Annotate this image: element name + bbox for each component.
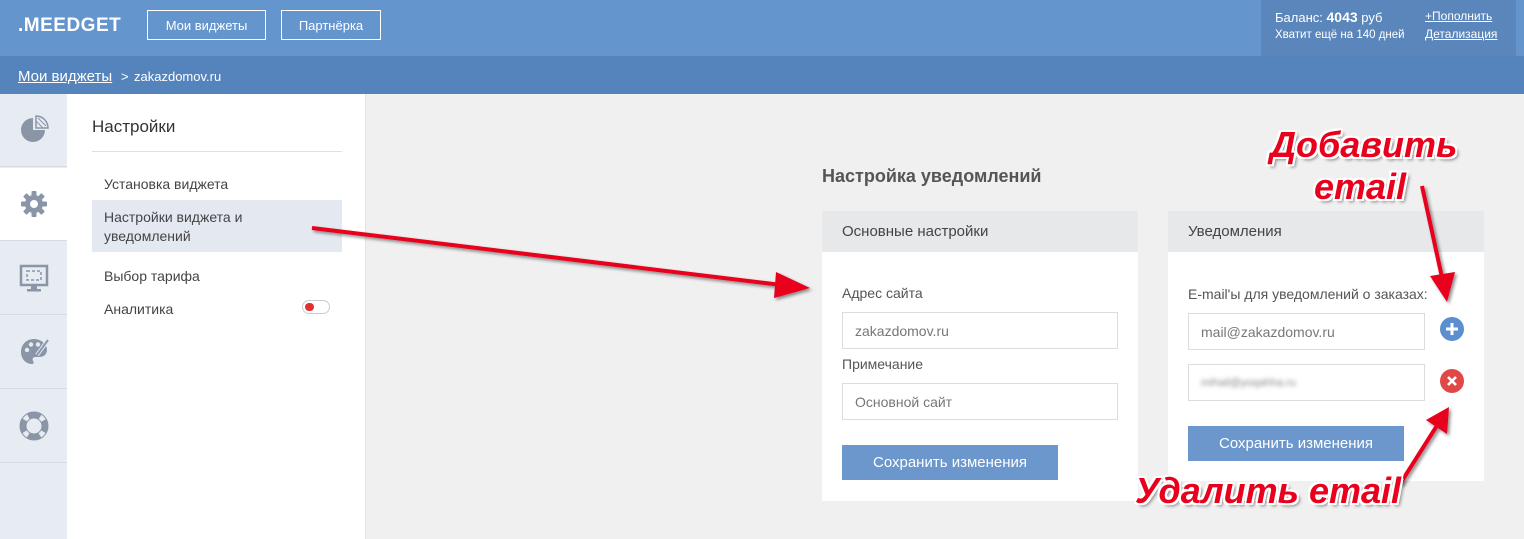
toggle-knob (305, 303, 314, 311)
partner-button[interactable]: Партнёрка (281, 10, 381, 40)
menu-item-widget-notifications[interactable]: Настройки виджета и уведомлений (104, 208, 279, 246)
analytics-toggle[interactable] (302, 300, 330, 314)
menu-item-tariff[interactable]: Выбор тарифа (104, 268, 200, 284)
settings-panel: Настройки Установка виджета Настройки ви… (67, 94, 366, 539)
icon-rail (0, 94, 67, 539)
annotation-add-line2: email (1314, 166, 1407, 207)
site-input[interactable]: zakazdomov.ru (842, 312, 1118, 349)
save-basic-button[interactable]: Сохранить изменения (842, 445, 1058, 480)
note-label: Примечание (842, 356, 924, 372)
rail-item-design[interactable] (0, 316, 67, 389)
breadcrumb-current: zakazdomov.ru (134, 69, 222, 84)
email-value-blurred: mihail@yoqahha.ru (1201, 376, 1296, 389)
delete-email-button[interactable] (1440, 369, 1464, 393)
balance-days: Хватит ещё на 140 дней (1275, 29, 1405, 41)
details-link[interactable]: Детализация (1425, 27, 1497, 41)
settings-title: Настройки (92, 117, 176, 136)
note-input[interactable]: Основной сайт (842, 383, 1118, 420)
add-email-button[interactable] (1440, 317, 1464, 341)
notifications-header: Уведомления (1168, 211, 1484, 252)
rail-item-stats[interactable] (0, 94, 67, 167)
gear-icon (20, 191, 47, 217)
palette-icon (20, 338, 50, 364)
emails-label: E-mail'ы для уведомлений о заказах: (1188, 286, 1428, 302)
rail-item-settings[interactable] (0, 168, 67, 241)
basic-settings-header: Основные настройки (822, 211, 1138, 252)
annotation-add-line1: Добавить (1270, 124, 1458, 165)
my-widgets-button[interactable]: Мои виджеты (147, 10, 266, 40)
menu-item-analytics[interactable]: Аналитика (104, 301, 173, 317)
email-input-2[interactable]: mihail@yoqahha.ru (1188, 364, 1425, 401)
notifications-card: Уведомления E-mail'ы для уведомлений о з… (1168, 211, 1484, 481)
screen-icon (19, 264, 48, 292)
balance-box: Баланс: 4043 руб Хватит ещё на 140 дней … (1261, 0, 1516, 56)
top-bar: .MEEDGET Мои виджеты Партнёрка Баланс: 4… (0, 0, 1524, 56)
pie-chart-icon (20, 115, 49, 142)
breadcrumb-my-widgets[interactable]: Мои виджеты (18, 68, 112, 85)
rail-item-support[interactable] (0, 390, 67, 463)
balance-amount: 4043 (1326, 9, 1358, 25)
page-title: Настройка уведомлений (822, 166, 1042, 186)
breadcrumb-separator: > (121, 69, 129, 84)
rail-item-display[interactable] (0, 242, 67, 315)
close-icon (1447, 376, 1457, 386)
breadcrumb: Мои виджеты > zakazdomov.ru (0, 56, 1524, 94)
site-label: Адрес сайта (842, 285, 923, 301)
menu-item-install[interactable]: Установка виджета (104, 176, 228, 192)
email-input-1[interactable]: mail@zakazdomov.ru (1188, 313, 1425, 350)
save-notifications-button[interactable]: Сохранить изменения (1188, 426, 1404, 461)
lifebuoy-icon (19, 411, 48, 441)
basic-settings-card: Основные настройки Адрес сайта zakazdomo… (822, 211, 1138, 501)
plus-icon (1446, 323, 1458, 335)
balance: Баланс: 4043 руб (1275, 9, 1383, 25)
topup-link[interactable]: +Пополнить (1425, 9, 1492, 23)
logo[interactable]: .MEEDGET (18, 15, 121, 37)
annotation-delete: Удалить email (1135, 470, 1402, 511)
settings-divider (92, 151, 342, 152)
